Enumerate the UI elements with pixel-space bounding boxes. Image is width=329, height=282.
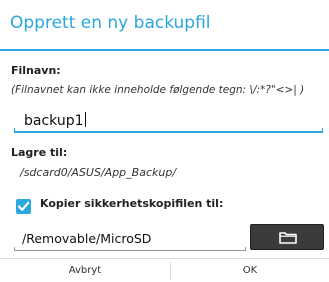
save-to-label: Lagre til: xyxy=(11,146,68,159)
checkmark-icon xyxy=(17,201,30,211)
filename-input[interactable]: backup1 xyxy=(14,108,323,133)
save-path: /sdcard0/ASUS/App_Backup/ xyxy=(20,166,177,179)
destination-underline xyxy=(14,250,246,251)
cancel-button[interactable]: Avbryt xyxy=(0,259,170,282)
text-cursor xyxy=(84,112,86,127)
copy-checkbox[interactable] xyxy=(16,199,31,214)
filename-hint: (Filnavnet kan ikke inneholde følgende t… xyxy=(11,84,305,96)
folder-icon xyxy=(279,232,297,244)
dialog-title: Opprett en ny backupfil xyxy=(10,13,211,33)
browse-folder-button[interactable] xyxy=(250,224,324,250)
destination-field[interactable]: /Removable/MicroSD xyxy=(14,225,246,251)
ok-button[interactable]: OK xyxy=(171,259,329,282)
filename-label: Filnavn: xyxy=(11,64,61,77)
filename-input-underline xyxy=(14,131,323,133)
dialog-button-bar: Avbryt OK xyxy=(0,258,329,282)
filename-input-value[interactable]: backup1 xyxy=(24,112,86,129)
destination-value[interactable]: /Removable/MicroSD xyxy=(22,231,151,246)
title-divider xyxy=(0,49,329,51)
create-backup-dialog: Opprett en ny backupfil Filnavn: (Filnav… xyxy=(0,0,329,282)
copy-option-label[interactable]: Kopier sikkerhetskopifilen til: xyxy=(40,197,223,210)
